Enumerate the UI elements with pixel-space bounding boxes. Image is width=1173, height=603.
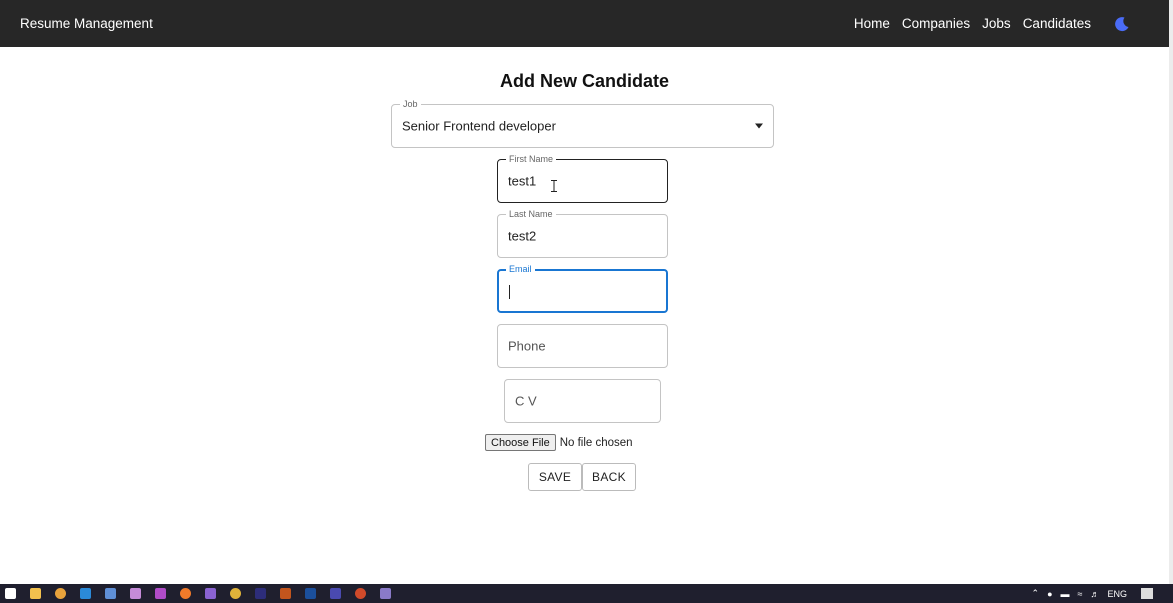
system-tray: ⌃ ● ▬ ≈ ♬ ENG [1024,588,1173,599]
windows-taskbar: ⌃ ● ▬ ≈ ♬ ENG [0,584,1173,603]
battery-icon[interactable]: ▬ [1061,589,1070,599]
top-nav: Home Companies Jobs Candidates [854,15,1149,33]
choose-file-button[interactable]: Choose File [485,434,556,451]
app-icon[interactable] [130,588,141,599]
back-button[interactable]: BACK [582,463,636,491]
notification-icon[interactable] [1141,588,1153,599]
dropdown-arrow-icon [755,123,763,129]
page-title: Add New Candidate [499,71,669,91]
app-bar: Resume Management Home Companies Jobs Ca… [0,0,1169,47]
volume-icon[interactable]: ♬ [1090,589,1099,599]
nav-jobs[interactable]: Jobs [982,16,1011,31]
text-cursor-icon [551,180,557,192]
last-name-value: test2 [508,228,537,244]
phone-placeholder: Phone [508,338,546,354]
language-indicator[interactable]: ENG [1107,589,1127,599]
input-caret [509,285,510,299]
cv-field[interactable]: C V [504,379,661,423]
jetbrains-icon[interactable] [155,588,166,599]
nav-candidates[interactable]: Candidates [1023,16,1091,31]
job-value: Senior Frontend developer [402,118,556,134]
media-encoder-icon[interactable] [330,588,341,599]
app-title[interactable]: Resume Management [20,16,153,31]
first-name-label: First Name [506,154,557,164]
file-status: No file chosen [559,436,633,449]
network-icon[interactable]: ● [1047,589,1052,599]
save-button[interactable]: SAVE [528,463,582,491]
vscode-icon[interactable] [80,588,91,599]
job-select[interactable]: Job Senior Frontend developer [391,99,774,148]
email-label: Email [506,264,535,274]
windows-start-icon[interactable] [5,588,16,599]
first-name-value: test1 [508,173,537,189]
postman-icon[interactable] [180,588,191,599]
chrome-icon[interactable] [55,588,66,599]
chevron-up-icon[interactable]: ⌃ [1032,588,1040,599]
illustrator-icon[interactable] [280,588,291,599]
email-field[interactable]: Email [497,264,668,313]
job-label: Job [400,99,421,109]
wifi-icon[interactable]: ≈ [1078,589,1083,599]
phone-field[interactable]: Phone [497,324,668,368]
powerpoint-icon[interactable] [355,588,366,599]
last-name-field[interactable]: Last Name test2 [497,209,668,258]
photoshop-icon[interactable] [305,588,316,599]
first-name-field[interactable]: First Name test1 [497,154,668,203]
cv-placeholder: C V [515,393,537,409]
last-name-label: Last Name [506,209,556,219]
moon-icon[interactable] [1113,15,1131,33]
window-edge [1169,0,1173,584]
screen-capture-icon[interactable] [380,588,391,599]
calculator-icon[interactable] [105,588,116,599]
file-explorer-icon[interactable] [30,588,41,599]
file-input: Choose File No file chosen [485,434,633,451]
after-effects-icon[interactable] [255,588,266,599]
nav-home[interactable]: Home [854,16,890,31]
chat-icon[interactable] [230,588,241,599]
visual-studio-icon[interactable] [205,588,216,599]
nav-companies[interactable]: Companies [902,16,970,31]
